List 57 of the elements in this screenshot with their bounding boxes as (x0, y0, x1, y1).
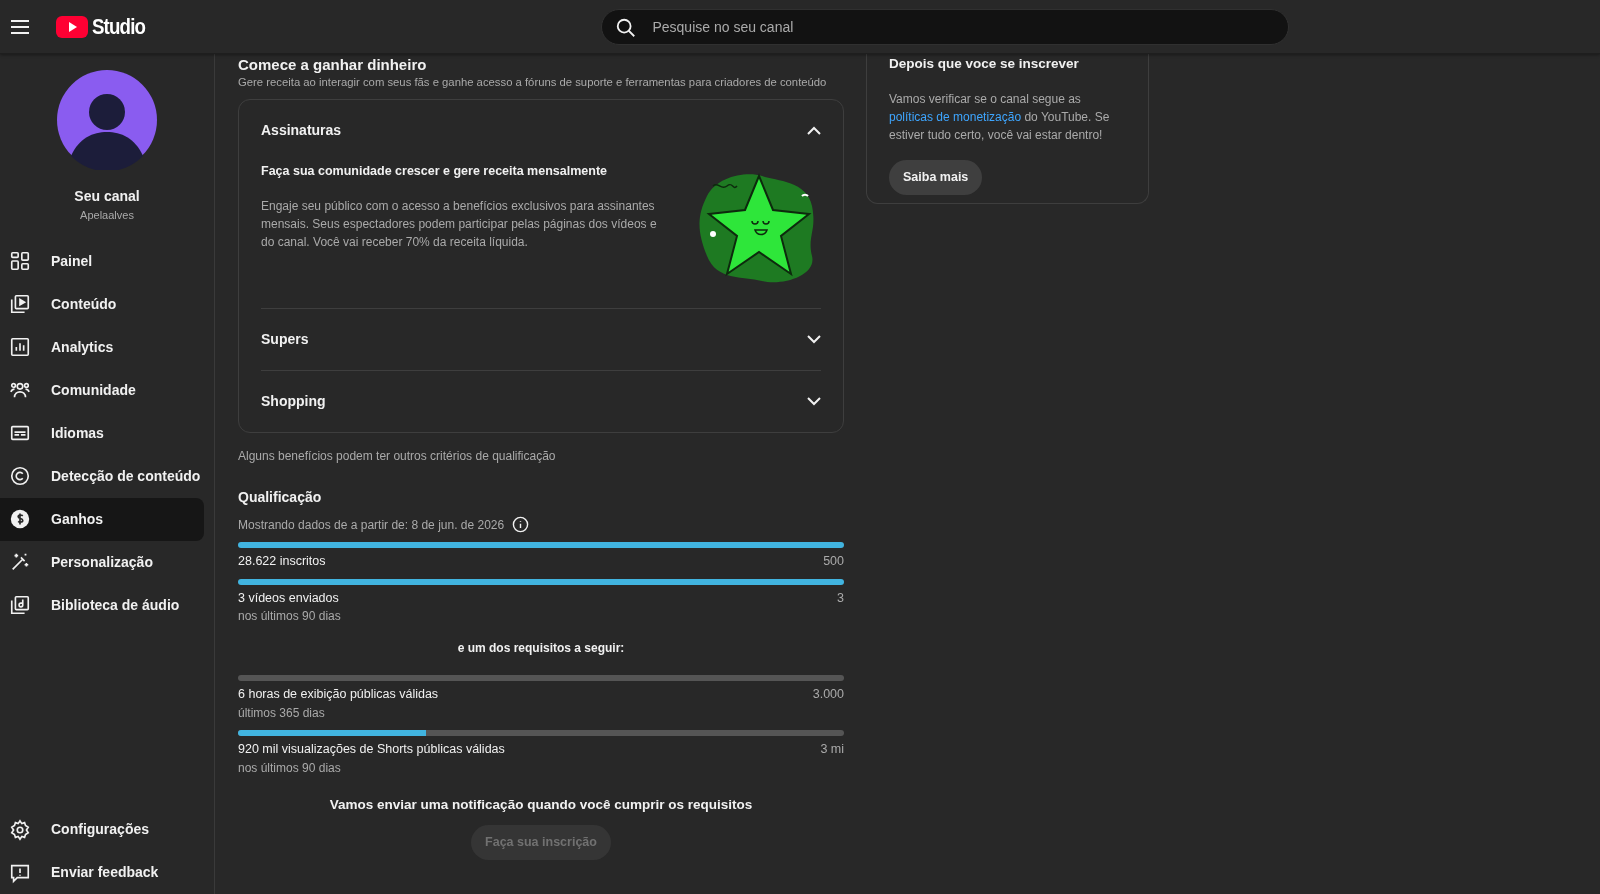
section-title: Comece a ganhar dinheiro (238, 56, 428, 74)
sidebar-item[interactable]: Enviar feedback (0, 851, 204, 894)
logo[interactable]: Studio (56, 10, 155, 43)
policy-link[interactable]: políticas de monetização (889, 110, 1022, 125)
benefit-heading: Faça sua comunidade crescer e gere receita mensalmente (261, 162, 608, 180)
channel-handle: Apelaalves (80, 208, 134, 223)
sidebar-item[interactable]: Idiomas (0, 411, 204, 455)
logo-text: Studio (92, 13, 146, 41)
sidebar-item[interactable]: Analytics (0, 325, 204, 369)
qualification-title: Qualificação (238, 487, 323, 507)
accordion-header[interactable]: Assinaturas (261, 99, 821, 162)
chevron-icon (807, 126, 821, 136)
requirements-separator: e um dos requisitos a seguir: (456, 640, 626, 658)
requirement-target: 3 (837, 589, 844, 607)
settings-icon (9, 818, 31, 841)
qualification-note: Alguns benefícios podem ter outros critérios de qualificação (238, 447, 557, 465)
requirement-label: 920 mil visualizações de Shorts públicas válidas (238, 741, 505, 759)
sidebar-item[interactable]: Biblioteca de áudio (0, 583, 204, 627)
music-library-icon (9, 594, 31, 616)
learn-more-button[interactable]: Saiba mais (889, 160, 983, 195)
accordion-header[interactable]: Shopping (261, 369, 821, 432)
card-text: Vamos verificar se o canal segue as políticas de monetização do YouTube. Se estiver tudo certo, você vai estar dentro! (889, 91, 1111, 145)
sidebar-item[interactable]: Configurações (0, 808, 204, 851)
requirement-label: 6 horas de exibição públicas válidas (238, 686, 439, 704)
requirement-target: 500 (823, 552, 844, 570)
notification-notice: Vamos enviar uma notificação quando você cumprir os requisitos (328, 795, 754, 814)
accordion-header[interactable]: Supers (261, 307, 821, 370)
copyright-icon (9, 465, 31, 487)
requirement-target: 3.000 (812, 686, 844, 704)
sidebar-item[interactable]: Painel (0, 239, 204, 283)
chevron-icon (807, 334, 821, 344)
channel-name: Seu canal (74, 187, 140, 206)
requirement-target: 3 mi (820, 741, 844, 759)
benefit-description: Engaje seu público com o acesso a benefícios exclusivos para assinantes mensais. Seus espectadores podem participar pelas páginas dos vídeos e do canal. Você vai receber 70% da receita líquida. (261, 197, 658, 251)
magic-wand-icon (9, 551, 31, 573)
sidebar-item[interactable]: Ganhos (0, 497, 204, 541)
search-icon (615, 16, 638, 39)
info-icon[interactable] (512, 516, 530, 534)
sidebar-item[interactable]: Detecção de conteúdo (0, 454, 204, 498)
requirement-period: nos últimos 90 dias (238, 608, 342, 626)
section-subtitle: Gere receita ao interagir com seus fãs e ganhe acesso a fóruns de suporte e ferramentas para criadores de conteúdo (238, 75, 828, 90)
video-library-icon (9, 293, 31, 315)
card-title: Depois que voce se inscrever (889, 55, 1080, 73)
data-date: Mostrando dados de a partir de: 8 de jun. de 2026 (238, 516, 505, 534)
requirement-label: 3 vídeos enviados (238, 589, 339, 607)
play-logo-icon (56, 15, 88, 38)
dashboard-icon (9, 250, 31, 272)
dollar-icon (9, 508, 31, 530)
search-field[interactable]: Pesquise no seu canal (601, 8, 1290, 45)
sidebar-item[interactable]: Conteúdo (0, 282, 204, 326)
requirement-label: 28.622 inscritos (238, 552, 326, 570)
sidebar-item[interactable]: Comunidade (0, 368, 204, 412)
chevron-icon (807, 396, 821, 406)
sidebar-item[interactable]: Personalização (0, 540, 204, 584)
requirement-period: últimos 365 dias (238, 705, 326, 723)
requirement-period: nos últimos 90 dias (238, 759, 342, 777)
bar-chart-icon (9, 336, 31, 358)
